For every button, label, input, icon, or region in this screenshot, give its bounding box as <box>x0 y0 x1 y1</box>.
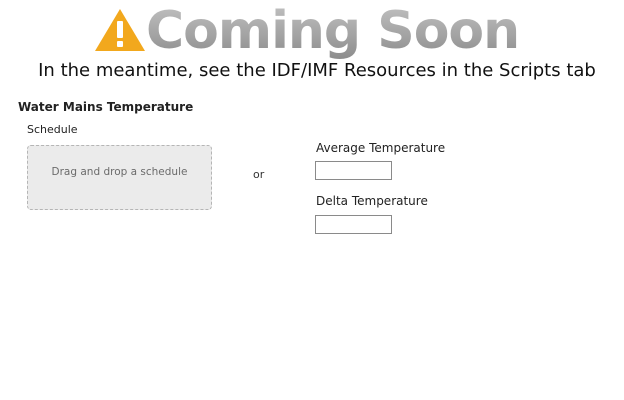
or-separator: or <box>253 168 265 181</box>
delta-temperature-input[interactable] <box>315 215 392 234</box>
coming-soon-headline: Coming Soon <box>146 1 520 61</box>
delta-temperature-label: Delta Temperature <box>316 194 428 208</box>
warning-icon <box>95 9 145 51</box>
drop-zone-text: Drag and drop a schedule <box>51 165 188 178</box>
average-temperature-label: Average Temperature <box>316 141 446 155</box>
average-temperature-input[interactable] <box>315 161 392 180</box>
coming-soon-banner: Coming Soon In the meantime, see the IDF… <box>0 0 624 81</box>
banner-subtitle: In the meantime, see the IDF/IMF Resourc… <box>38 60 596 81</box>
section-title: Water Mains Temperature <box>18 100 194 114</box>
schedule-label: Schedule <box>27 123 78 136</box>
schedule-drop-zone[interactable]: Drag and drop a schedule <box>27 145 212 210</box>
